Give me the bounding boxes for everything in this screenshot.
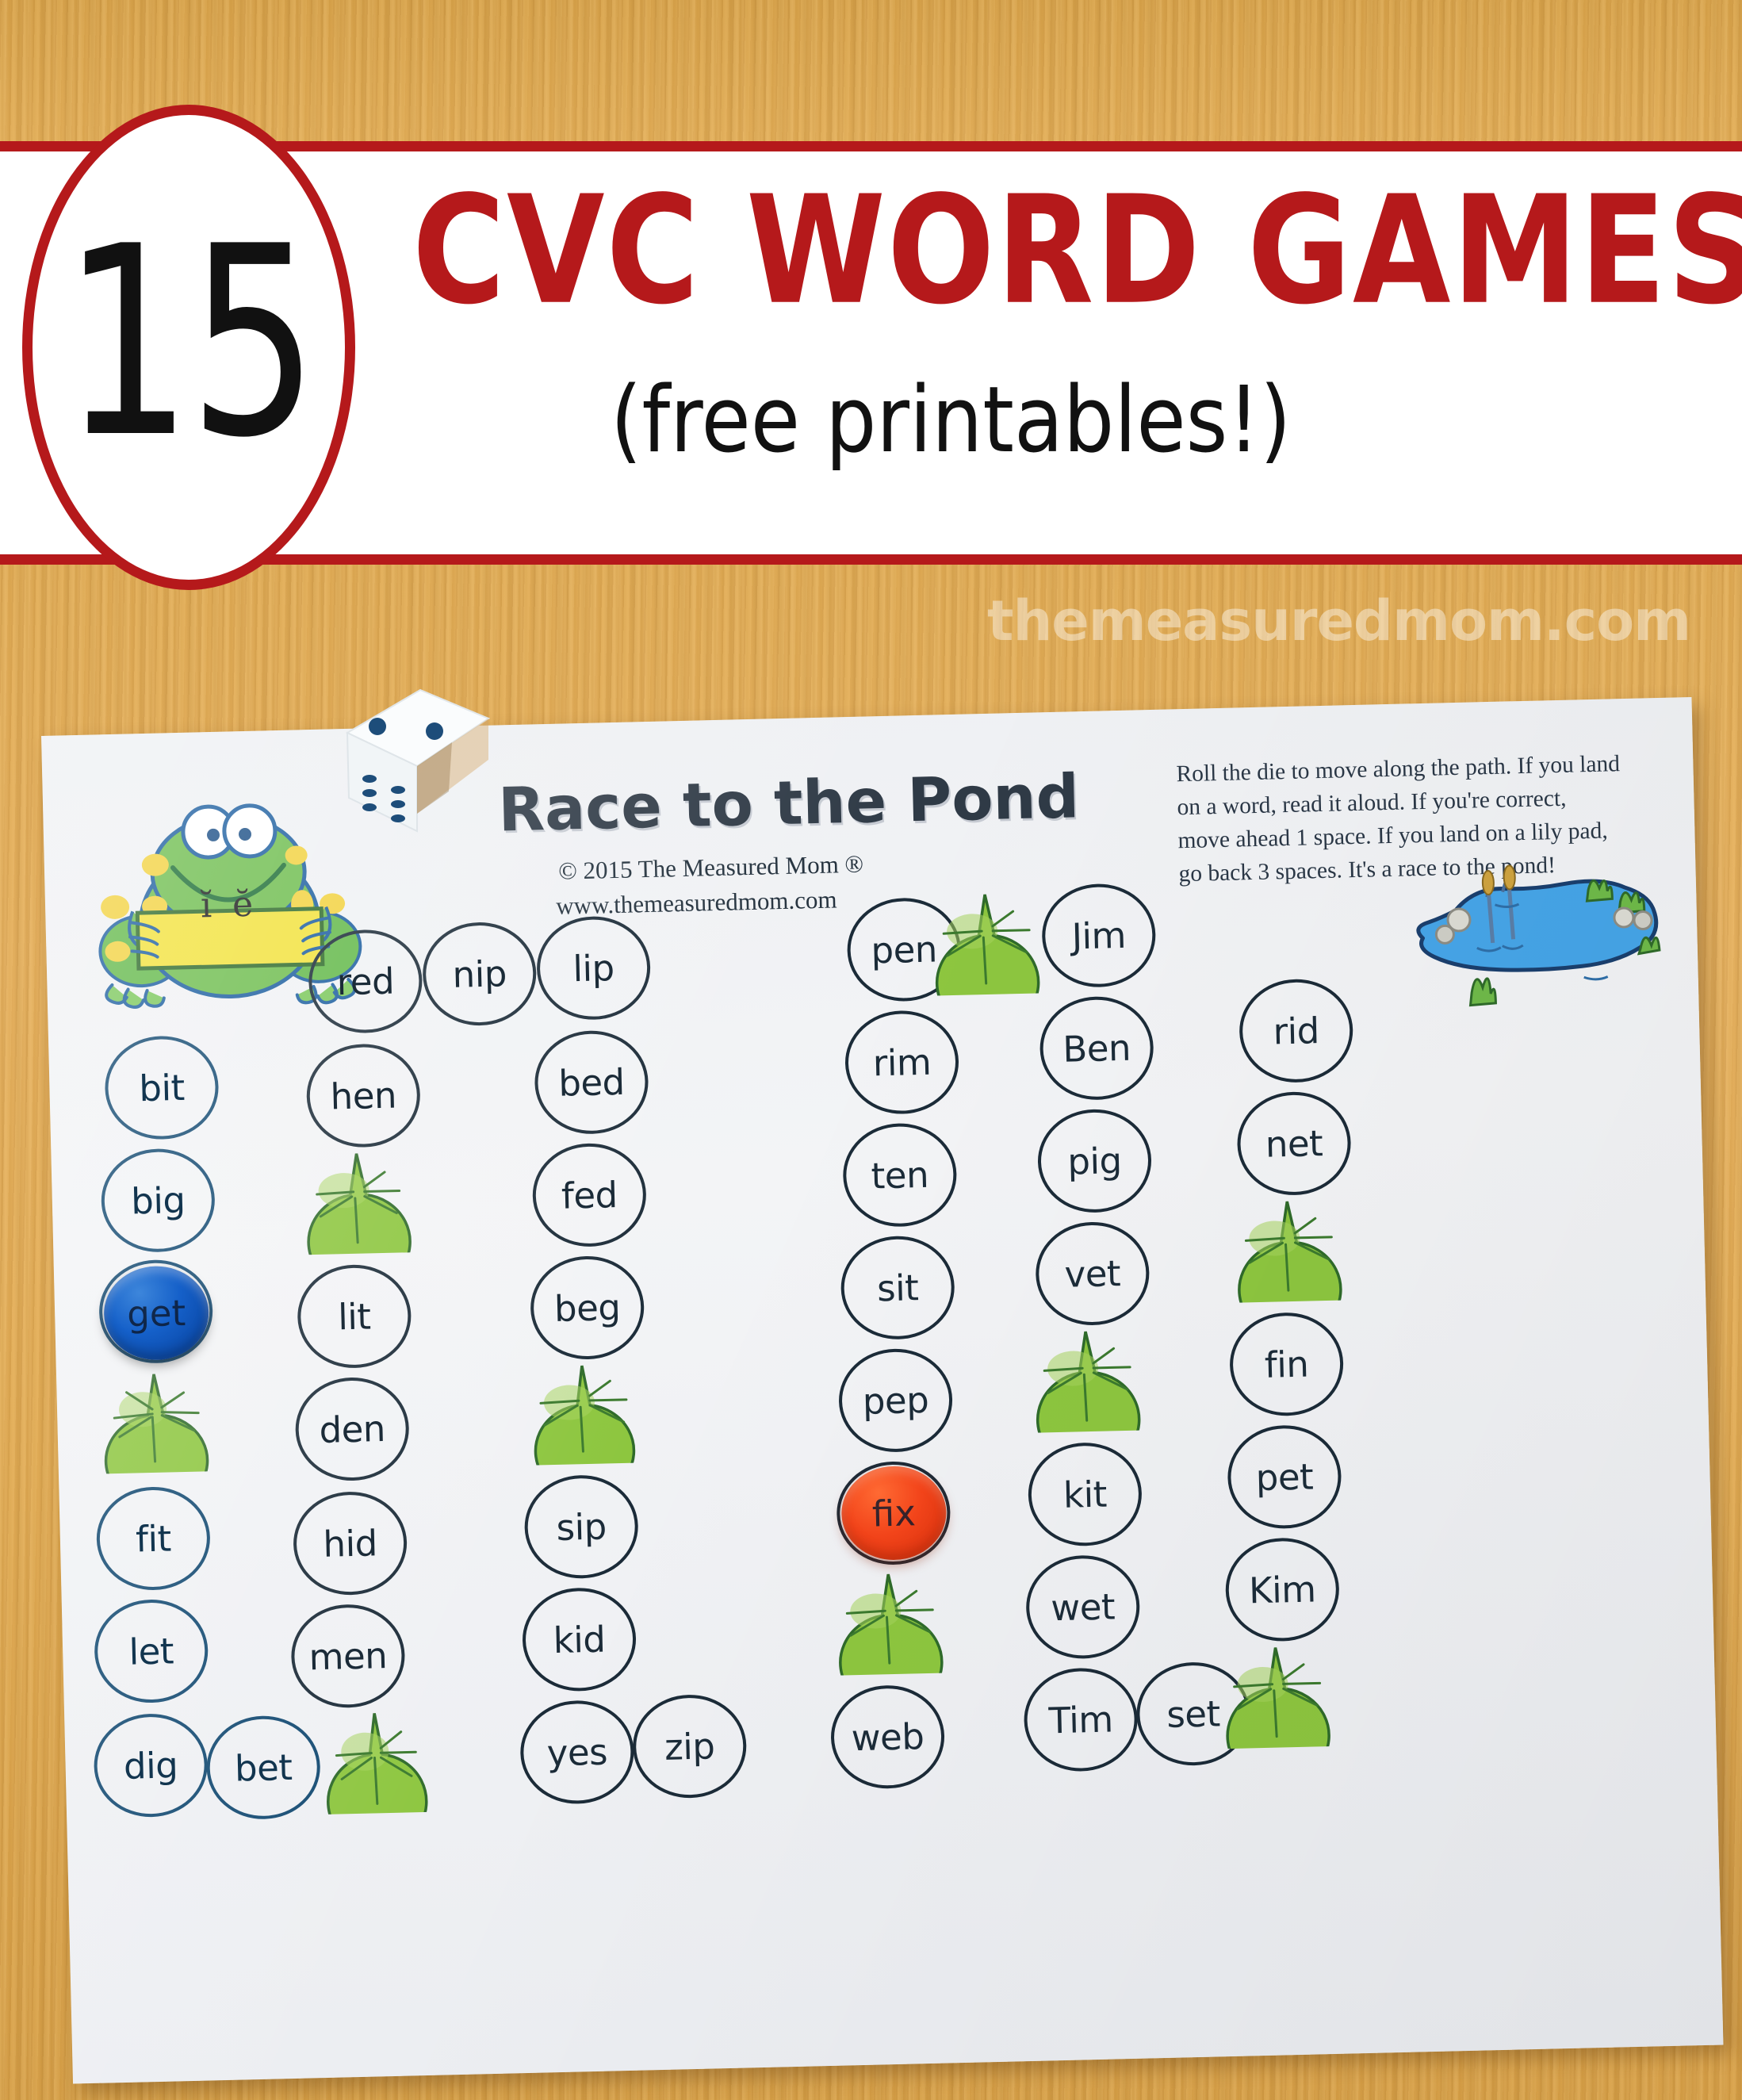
board-space-hen[interactable]: hen — [305, 1042, 422, 1149]
lilypad-icon — [307, 1153, 412, 1291]
board-space-men[interactable]: men — [289, 1603, 406, 1709]
site-watermark: themeasuredmom.com — [987, 588, 1691, 653]
board-space-lilypad[interactable] — [94, 1366, 216, 1508]
board-space-fit[interactable]: fit — [95, 1485, 212, 1592]
lilypad-icon — [935, 894, 1040, 1032]
board-space-pet[interactable]: pet — [1226, 1424, 1342, 1530]
die-icon — [345, 688, 491, 833]
board-space-fin[interactable]: fin — [1228, 1311, 1345, 1417]
board-space-bed[interactable]: bed — [533, 1029, 649, 1136]
board-space-sip[interactable]: sip — [523, 1473, 640, 1580]
board-space-rim[interactable]: rim — [844, 1009, 960, 1116]
board-space-lit[interactable]: lit — [296, 1263, 412, 1370]
worksheet-copyright: © 2015 The Measured Mom ® — [557, 849, 864, 885]
board-space-Jim[interactable]: Jim — [1040, 882, 1157, 989]
board-space-Tim[interactable]: Tim — [1023, 1666, 1139, 1773]
board-space-net[interactable]: net — [1236, 1090, 1353, 1197]
board-space-lilypad[interactable] — [315, 1707, 436, 1851]
white-die[interactable] — [341, 673, 507, 839]
board-space-beg[interactable]: beg — [529, 1255, 645, 1361]
board-space-ten[interactable]: ten — [841, 1121, 958, 1228]
board-space-lip[interactable]: lip — [535, 915, 652, 1021]
board-space-red[interactable]: red — [307, 928, 423, 1035]
number-badge-circle: 15 — [22, 105, 355, 590]
board-space-dig[interactable]: dig — [93, 1712, 209, 1818]
board-space-fed[interactable]: fed — [531, 1142, 648, 1248]
board-space-pig[interactable]: pig — [1036, 1108, 1153, 1214]
pond-illustration — [1392, 856, 1665, 1014]
page-subtitle: (free printables!) — [611, 366, 1292, 473]
board-space-zip[interactable]: zip — [631, 1693, 748, 1799]
board-space-lilypad[interactable] — [1227, 1195, 1349, 1339]
lilypad-icon — [1036, 1331, 1141, 1470]
board-space-kit[interactable]: kit — [1027, 1441, 1143, 1547]
board-space-lilypad[interactable] — [925, 888, 1047, 1032]
board-space-Ben[interactable]: Ben — [1039, 995, 1155, 1102]
lilypad-icon — [1238, 1201, 1342, 1339]
worksheet-url: www.themeasuredmom.com — [555, 885, 837, 920]
number-badge-text: 15 — [62, 190, 319, 495]
lilypad-icon — [839, 1573, 944, 1712]
board-space-bit[interactable]: bit — [103, 1034, 220, 1141]
printable-worksheet: Race to the Pond © 2015 The Measured Mom… — [41, 696, 1724, 2084]
board-space-hid[interactable]: hid — [292, 1490, 408, 1596]
board-space-lilypad[interactable] — [1026, 1325, 1147, 1470]
lilypad-icon — [1226, 1647, 1330, 1785]
board-space-lilypad[interactable] — [297, 1148, 418, 1291]
pond-icon — [1416, 864, 1661, 1007]
board-space-lilypad[interactable] — [829, 1568, 950, 1712]
board-space-kid[interactable]: kid — [521, 1586, 637, 1692]
lilypad-icon — [534, 1365, 636, 1499]
lilypad-icon — [104, 1374, 209, 1508]
board-space-lilypad[interactable] — [523, 1358, 644, 1499]
board-space-vet[interactable]: vet — [1034, 1221, 1150, 1327]
board-space-web[interactable]: web — [829, 1684, 946, 1790]
board-space-rid[interactable]: rid — [1238, 978, 1354, 1084]
board-space-big[interactable]: big — [100, 1148, 216, 1254]
board-space-bet[interactable]: bet — [205, 1715, 322, 1821]
board-space-nip[interactable]: nip — [421, 921, 538, 1027]
lilypad-icon — [327, 1713, 428, 1851]
photo-of-printable-game-board: themeasuredmom.com 15 CVC WORD GAMES (fr… — [0, 0, 1742, 2100]
board-space-lilypad[interactable] — [1216, 1642, 1337, 1785]
worksheet-title: Race to the Pond — [497, 761, 1080, 845]
board-space-Kim[interactable]: Kim — [1224, 1536, 1341, 1643]
page-title: CVC WORD GAMES — [412, 163, 1742, 338]
board-space-pep[interactable]: pep — [837, 1347, 954, 1454]
board-space-den[interactable]: den — [294, 1376, 411, 1482]
board-space-sit[interactable]: sit — [840, 1235, 956, 1341]
board-space-let[interactable]: let — [93, 1598, 209, 1704]
board-space-yes[interactable]: yes — [519, 1699, 635, 1806]
board-space-wet[interactable]: wet — [1024, 1554, 1141, 1661]
